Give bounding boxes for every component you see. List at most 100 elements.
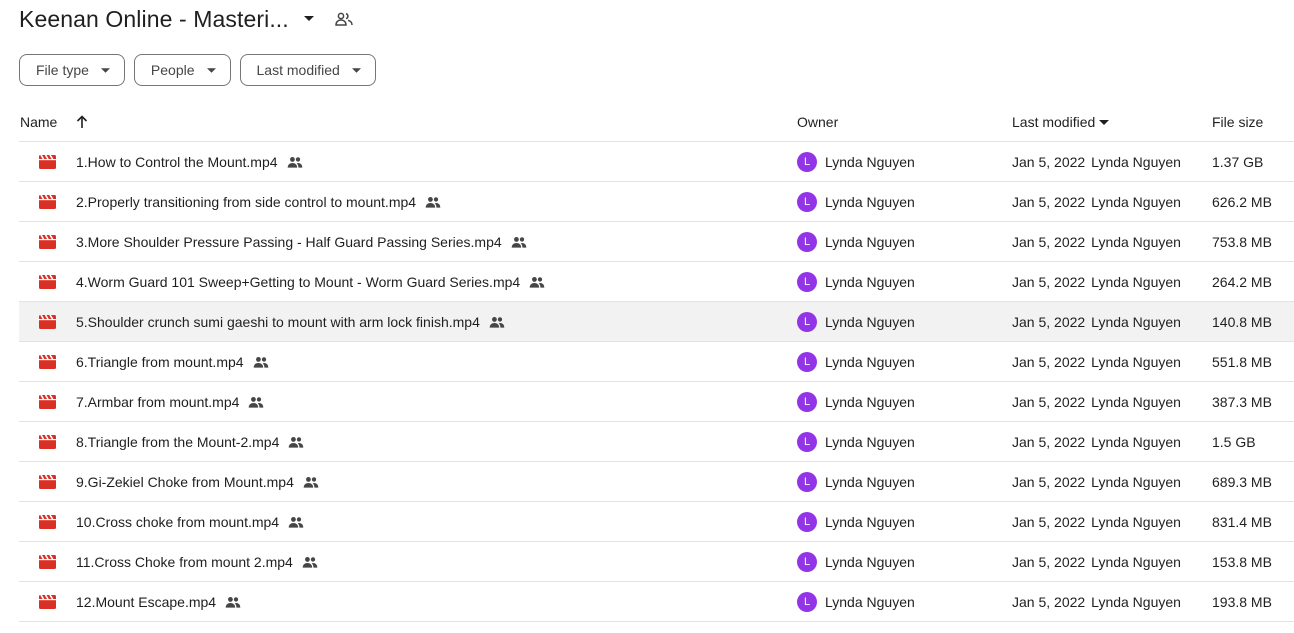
table-row[interactable]: 1.How to Control the Mount.mp4 L Lynda N…	[19, 142, 1294, 182]
name-column-header[interactable]: Name	[20, 102, 88, 142]
file-name[interactable]: 8.Triangle from the Mount-2.mp4	[76, 434, 279, 450]
table-row[interactable]: 12.Mount Escape.mp4 L Lynda Nguyen Jan 5…	[19, 582, 1294, 622]
owner-name: Lynda Nguyen	[825, 554, 915, 570]
video-file-icon	[39, 542, 56, 582]
owner-name: Lynda Nguyen	[825, 594, 915, 610]
modified-date: Jan 5, 2022	[1012, 434, 1086, 450]
file-name[interactable]: 4.Worm Guard 101 Sweep+Getting to Mount …	[76, 274, 520, 290]
video-file-icon	[39, 502, 56, 542]
last-modified-filter[interactable]: Last modified	[239, 54, 376, 86]
modified-date: Jan 5, 2022	[1012, 594, 1086, 610]
modified-date: Jan 5, 2022	[1012, 354, 1086, 370]
table-row[interactable]: 9.Gi-Zekiel Choke from Mount.mp4 L Lynda…	[19, 462, 1294, 502]
table-row[interactable]: 6.Triangle from mount.mp4 L Lynda Nguyen…	[19, 342, 1294, 382]
caret-down-icon	[351, 67, 361, 73]
file-name[interactable]: 2.Properly transitioning from side contr…	[76, 194, 416, 210]
owner-name: Lynda Nguyen	[825, 314, 915, 330]
file-name[interactable]: 12.Mount Escape.mp4	[76, 594, 216, 610]
modified-by: Lynda Nguyen	[1091, 154, 1181, 170]
table-row[interactable]: 4.Worm Guard 101 Sweep+Getting to Mount …	[19, 262, 1294, 302]
table-header: Name Owner Last modified File size	[19, 102, 1294, 142]
caret-down-icon[interactable]	[297, 7, 321, 31]
caret-down-icon	[206, 67, 216, 73]
modified-date: Jan 5, 2022	[1012, 234, 1086, 250]
modified-by: Lynda Nguyen	[1091, 394, 1181, 410]
modified-by: Lynda Nguyen	[1091, 194, 1181, 210]
file-type-filter-label: File type	[36, 62, 89, 78]
file-size: 689.3 MB	[1212, 474, 1272, 490]
drive-folder-view: Keenan Online - Masteri... File type Peo…	[0, 0, 1294, 633]
modified-date: Jan 5, 2022	[1012, 154, 1086, 170]
folder-header: Keenan Online - Masteri...	[19, 4, 355, 34]
file-name[interactable]: 5.Shoulder crunch sumi gaeshi to mount w…	[76, 314, 480, 330]
table-row[interactable]: 7.Armbar from mount.mp4 L Lynda Nguyen J…	[19, 382, 1294, 422]
table-row[interactable]: 2.Properly transitioning from side contr…	[19, 182, 1294, 222]
video-file-icon	[39, 142, 56, 182]
file-name-cell: 12.Mount Escape.mp4	[76, 582, 241, 622]
folder-title[interactable]: Keenan Online - Masteri...	[19, 6, 289, 33]
people-filter[interactable]: People	[133, 54, 231, 86]
file-size-column-header[interactable]: File size	[1212, 102, 1263, 142]
file-type-filter[interactable]: File type	[19, 54, 125, 86]
file-name-cell: 8.Triangle from the Mount-2.mp4	[76, 422, 304, 462]
owner-column-header[interactable]: Owner	[797, 102, 838, 142]
file-size: 626.2 MB	[1212, 194, 1272, 210]
file-name[interactable]: 3.More Shoulder Pressure Passing - Half …	[76, 234, 502, 250]
avatar: L	[797, 312, 817, 332]
owner-name: Lynda Nguyen	[825, 194, 915, 210]
modified-by: Lynda Nguyen	[1091, 234, 1181, 250]
video-file-icon	[39, 342, 56, 382]
last-modified-cell: Jan 5, 2022 Lynda Nguyen	[1012, 142, 1181, 182]
people-icon[interactable]	[333, 8, 355, 30]
table-row[interactable]: 10.Cross choke from mount.mp4 L Lynda Ng…	[19, 502, 1294, 542]
modified-by: Lynda Nguyen	[1091, 434, 1181, 450]
file-size: 1.5 GB	[1212, 434, 1256, 450]
owner-name: Lynda Nguyen	[825, 474, 915, 490]
modified-by: Lynda Nguyen	[1091, 554, 1181, 570]
owner-name: Lynda Nguyen	[825, 354, 915, 370]
table-row[interactable]: 8.Triangle from the Mount-2.mp4 L Lynda …	[19, 422, 1294, 462]
last-modified-cell: Jan 5, 2022 Lynda Nguyen	[1012, 542, 1181, 582]
file-name[interactable]: 1.How to Control the Mount.mp4	[76, 154, 278, 170]
filter-bar: File type People Last modified	[19, 54, 376, 86]
arrow-up-icon[interactable]	[76, 115, 88, 129]
modified-date: Jan 5, 2022	[1012, 274, 1086, 290]
owner-cell: L Lynda Nguyen	[797, 262, 915, 302]
file-name[interactable]: 11.Cross Choke from mount 2.mp4	[76, 554, 293, 570]
file-size-column-label: File size	[1212, 114, 1264, 130]
owner-cell: L Lynda Nguyen	[797, 182, 915, 222]
last-modified-filter-label: Last modified	[256, 62, 340, 78]
people-icon	[288, 436, 304, 448]
file-name-cell: 2.Properly transitioning from side contr…	[76, 182, 441, 222]
last-modified-column-header[interactable]: Last modified	[1012, 102, 1110, 142]
modified-date: Jan 5, 2022	[1012, 474, 1086, 490]
table-row[interactable]: 11.Cross Choke from mount 2.mp4 L Lynda …	[19, 542, 1294, 582]
table-row[interactable]: 3.More Shoulder Pressure Passing - Half …	[19, 222, 1294, 262]
video-file-icon	[39, 422, 56, 462]
video-file-icon	[39, 382, 56, 422]
file-name-cell: 4.Worm Guard 101 Sweep+Getting to Mount …	[76, 262, 545, 302]
video-file-icon	[39, 582, 56, 622]
owner-cell: L Lynda Nguyen	[797, 502, 915, 542]
last-modified-cell: Jan 5, 2022 Lynda Nguyen	[1012, 582, 1181, 622]
file-size-cell: 626.2 MB	[1212, 182, 1272, 222]
file-name[interactable]: 9.Gi-Zekiel Choke from Mount.mp4	[76, 474, 294, 490]
file-size-cell: 140.8 MB	[1212, 302, 1272, 342]
modified-date: Jan 5, 2022	[1012, 314, 1086, 330]
file-name[interactable]: 6.Triangle from mount.mp4	[76, 354, 244, 370]
file-size: 153.8 MB	[1212, 554, 1272, 570]
people-icon	[529, 276, 545, 288]
last-modified-cell: Jan 5, 2022 Lynda Nguyen	[1012, 342, 1181, 382]
avatar: L	[797, 152, 817, 172]
file-name[interactable]: 7.Armbar from mount.mp4	[76, 394, 239, 410]
owner-name: Lynda Nguyen	[825, 154, 915, 170]
last-modified-cell: Jan 5, 2022 Lynda Nguyen	[1012, 182, 1181, 222]
avatar: L	[797, 272, 817, 292]
file-name[interactable]: 10.Cross choke from mount.mp4	[76, 514, 279, 530]
owner-cell: L Lynda Nguyen	[797, 422, 915, 462]
owner-name: Lynda Nguyen	[825, 274, 915, 290]
file-size: 387.3 MB	[1212, 394, 1272, 410]
table-row[interactable]: 5.Shoulder crunch sumi gaeshi to mount w…	[19, 302, 1294, 342]
avatar: L	[797, 592, 817, 612]
video-file-icon	[39, 262, 56, 302]
